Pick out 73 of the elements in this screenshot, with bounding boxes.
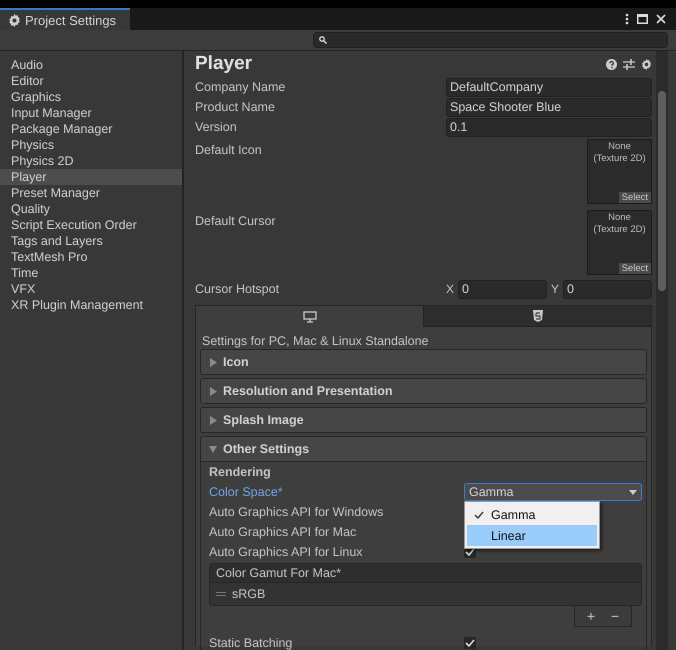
add-button[interactable]: +: [579, 606, 603, 626]
triangle-down-icon: [209, 444, 217, 454]
axis-label: Y: [551, 282, 560, 296]
shield-icon: [532, 310, 542, 322]
axis-label: X: [446, 282, 454, 296]
number-field[interactable]: 0: [458, 280, 547, 298]
field-label: Company Name: [195, 80, 286, 94]
sidebar-item[interactable]: Package Manager: [0, 121, 182, 137]
sidebar-item[interactable]: Audio: [0, 57, 182, 73]
sidebar-item[interactable]: Tags and Layers: [0, 233, 182, 249]
window-title: Project Settings: [25, 12, 116, 28]
field-label: Auto Graphics API for Mac: [209, 525, 358, 539]
field-label: Default Cursor: [195, 213, 277, 230]
select-button[interactable]: Select: [618, 192, 651, 203]
triangle-right-icon: [209, 416, 217, 424]
texture-slot[interactable]: None (Texture 2D) Select: [587, 210, 652, 275]
close-icon[interactable]: [656, 14, 666, 24]
help-icon[interactable]: [606, 58, 617, 70]
sidebar-item[interactable]: Quality: [0, 201, 182, 217]
sidebar-item[interactable]: Player: [0, 169, 182, 185]
field-label: Product Name: [195, 100, 276, 114]
sidebar-item[interactable]: Time: [0, 265, 182, 281]
field-label: Version: [195, 120, 238, 134]
foldout-header[interactable]: Icon: [200, 349, 647, 375]
maximize-icon[interactable]: [637, 14, 648, 24]
foldout-header[interactable]: Other Settings: [200, 436, 647, 462]
window-tab[interactable]: Project Settings: [0, 8, 130, 30]
section-heading: Rendering: [209, 464, 272, 481]
caret-icon: [629, 490, 637, 494]
foldout-header[interactable]: Resolution and Presentation: [200, 378, 647, 404]
menu-option[interactable]: Gamma: [467, 504, 597, 525]
triangle-right-icon: [209, 358, 217, 366]
number-field[interactable]: 0: [563, 280, 652, 298]
foldout-header[interactable]: Splash Image: [200, 407, 647, 433]
sidebar-item[interactable]: Physics 2D: [0, 153, 182, 169]
sidebar-item[interactable]: XR Plugin Management: [0, 297, 182, 313]
field-label: Color Space*: [209, 485, 284, 499]
drag-handle-icon: [216, 592, 226, 596]
gear-icon[interactable]: [641, 58, 652, 70]
list-item[interactable]: sRGB: [210, 583, 641, 605]
sidebar-item[interactable]: Physics: [0, 137, 182, 153]
field-label: Default Icon: [195, 142, 263, 159]
text-field[interactable]: 0.1: [446, 118, 652, 136]
text-field[interactable]: DefaultCompany: [446, 78, 652, 96]
more-icon[interactable]: [625, 13, 629, 25]
sidebar-item[interactable]: Graphics: [0, 89, 182, 105]
search-field[interactable]: [313, 32, 668, 48]
text-field[interactable]: Space Shooter Blue: [446, 98, 652, 116]
sliders-icon[interactable]: [623, 58, 635, 70]
checkbox[interactable]: [464, 637, 476, 649]
scrollbar[interactable]: [656, 51, 668, 650]
gear-icon: [8, 14, 21, 26]
select-button[interactable]: Select: [618, 263, 651, 274]
texture-slot[interactable]: None (Texture 2D) Select: [587, 139, 652, 204]
field-label: Auto Graphics API for Windows: [209, 505, 384, 519]
monitor-icon: [302, 310, 316, 322]
list-header: Color Gamut For Mac*: [210, 564, 641, 583]
dropdown[interactable]: Gamma: [464, 483, 642, 501]
sidebar-item[interactable]: Script Execution Order: [0, 217, 182, 233]
panel-title: Player: [195, 53, 252, 75]
sidebar-item[interactable]: Editor: [0, 73, 182, 89]
sidebar-item[interactable]: VFX: [0, 281, 182, 297]
sidebar-item[interactable]: Input Manager: [0, 105, 182, 121]
menu-option[interactable]: Linear: [467, 525, 597, 546]
platform-title: Settings for PC, Mac & Linux Standalone: [201, 333, 430, 349]
field-label: Auto Graphics API for Linux: [209, 545, 364, 559]
sidebar-item[interactable]: Preset Manager: [0, 185, 182, 201]
remove-button[interactable]: −: [603, 606, 627, 626]
sidebar-item[interactable]: TextMesh Pro: [0, 249, 182, 265]
search-icon: [319, 36, 327, 44]
triangle-right-icon: [209, 386, 217, 396]
field-label: Static Batching: [209, 636, 294, 650]
field-label: Cursor Hotspot: [195, 282, 280, 296]
